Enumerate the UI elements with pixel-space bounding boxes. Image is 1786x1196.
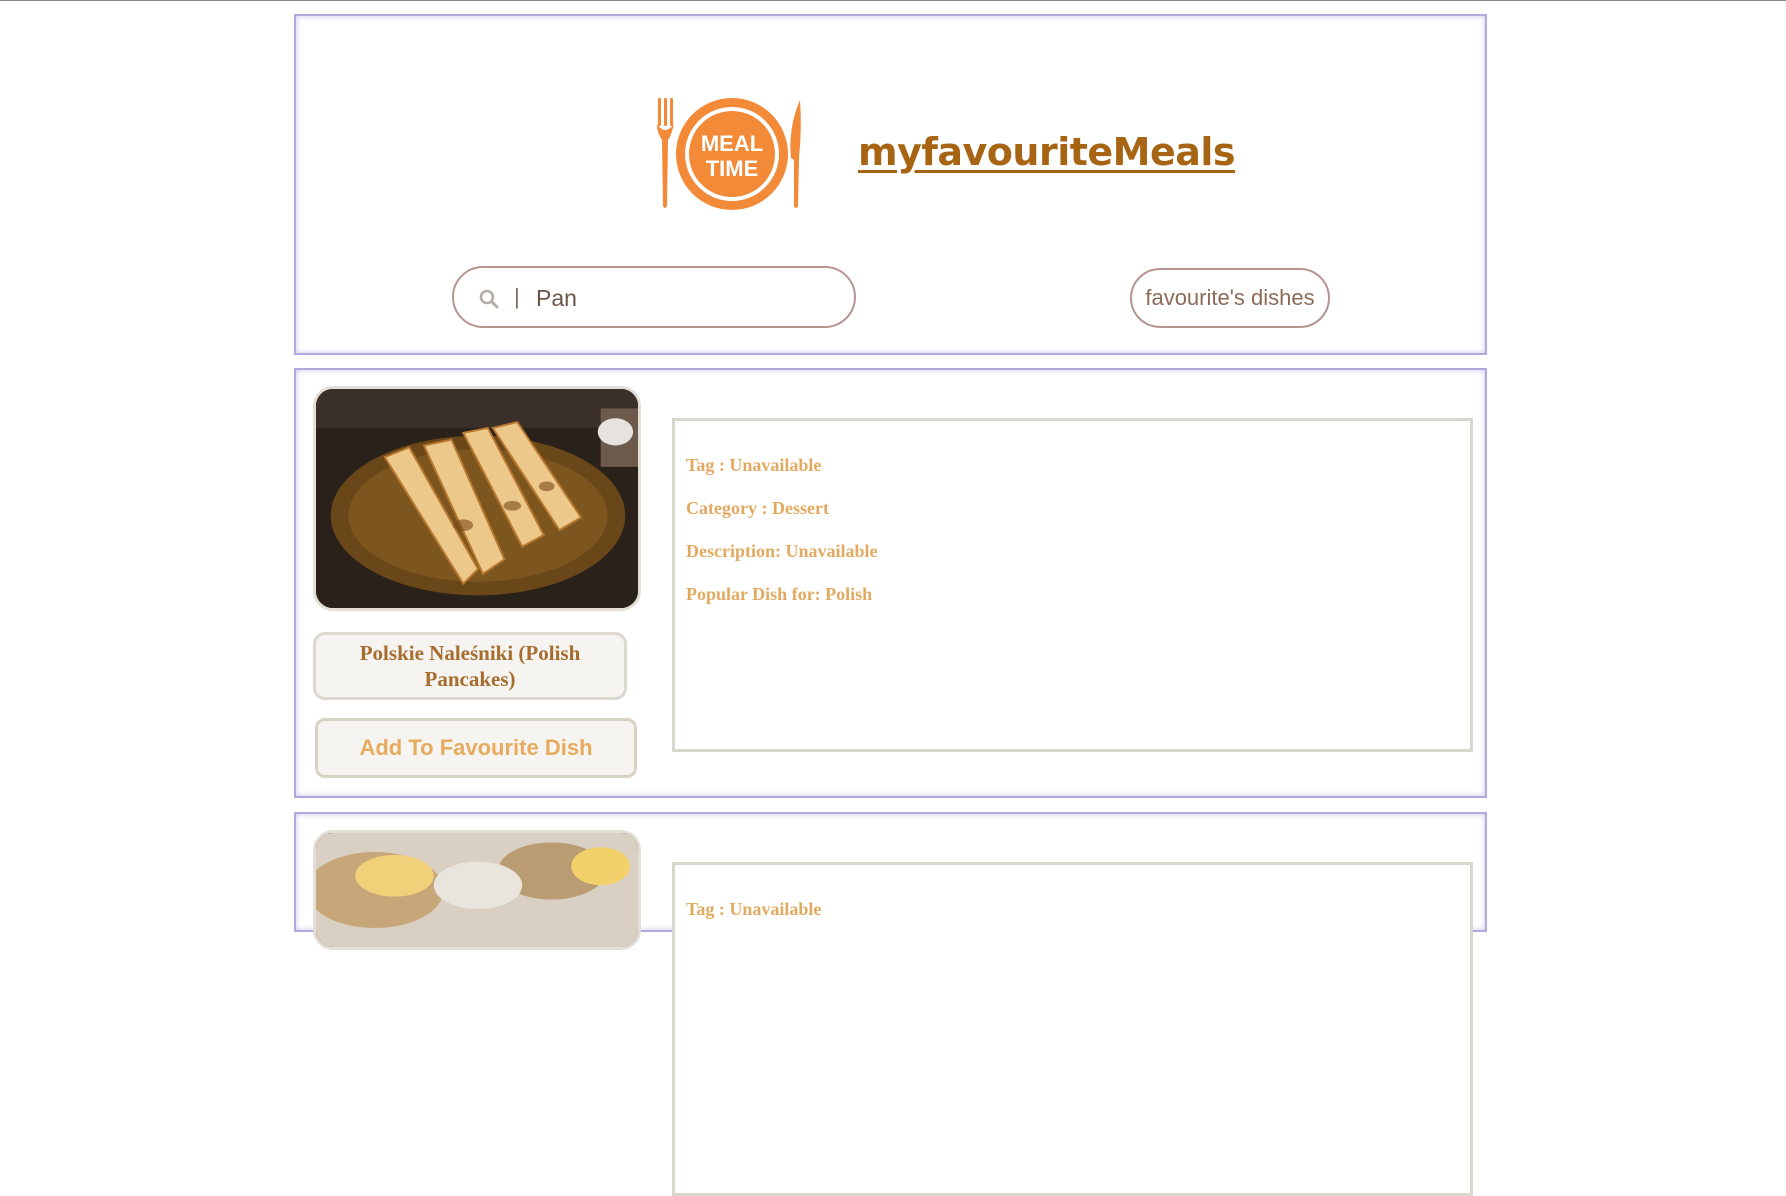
dish-name-text: Polskie Naleśniki (Polish Pancakes) bbox=[359, 641, 581, 691]
site-title[interactable]: myfavouriteMeals bbox=[858, 130, 1236, 174]
top-rule bbox=[0, 0, 1786, 1]
dish-info: Tag : Unavailable Category : Dessert Des… bbox=[672, 418, 1473, 752]
dish-info: Tag : Unavailable bbox=[672, 862, 1473, 1196]
logo-text-meal: MEAL bbox=[701, 131, 763, 156]
dish-card: Tag : Unavailable bbox=[294, 812, 1487, 1196]
search-input[interactable] bbox=[536, 278, 836, 318]
favourites-button[interactable]: favourite's dishes bbox=[1130, 268, 1330, 328]
search-separator: | bbox=[514, 284, 520, 309]
search-icon bbox=[478, 288, 500, 310]
dish-image bbox=[313, 830, 641, 950]
site-header: MEAL TIME myfavouriteMeals | favourite's… bbox=[294, 14, 1487, 355]
dish-popular-for: Popular Dish for: Polish bbox=[686, 584, 873, 604]
dish-tag: Tag : Unavailable bbox=[686, 899, 822, 919]
add-to-favourite-button[interactable]: Add To Favourite Dish bbox=[315, 718, 637, 778]
meal-time-logo: MEAL TIME bbox=[654, 88, 810, 218]
dish-image bbox=[313, 386, 641, 611]
search-box[interactable]: | bbox=[452, 266, 856, 328]
dish-card: Polskie Naleśniki (Polish Pancakes) Add … bbox=[294, 368, 1487, 798]
dish-name: Polskie Naleśniki (Polish Pancakes) bbox=[313, 632, 627, 700]
logo-text-time: TIME bbox=[706, 156, 759, 181]
dish-description: Description: Unavailable bbox=[686, 541, 878, 561]
dish-tag: Tag : Unavailable bbox=[686, 455, 822, 475]
dish-category: Category : Dessert bbox=[686, 498, 829, 518]
